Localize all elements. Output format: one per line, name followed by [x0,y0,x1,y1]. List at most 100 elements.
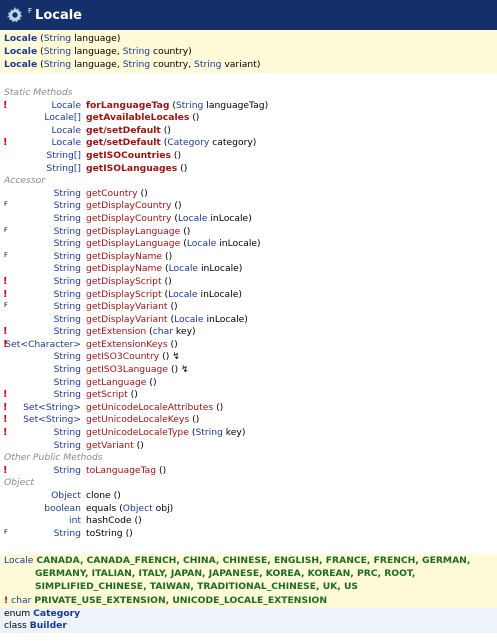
method-args: () [161,275,172,287]
method-row[interactable]: String getDisplayLanguage (Locale inLocal… [0,238,497,251]
method-name[interactable]: get/setDefault [86,137,161,148]
method-name[interactable]: getDisplayCountry [86,200,171,211]
method-row[interactable]: Locale get/setDefault () [0,125,497,138]
method-name[interactable]: getDisplayCountry [86,213,171,224]
constants-line[interactable]: CANADA, CANADA_FRENCH, CHINA, CHINESE, E… [36,555,470,566]
method-name[interactable]: getISOCountries [86,150,171,161]
constants-line[interactable]: GERMANY, ITALIAN, ITALY, JAPAN, JAPANESE… [35,568,415,579]
method-row[interactable]: ! Set<String> getUnicodeLocaleKeys () [0,414,497,427]
constants-line[interactable]: SIMPLIFIED_CHINESE, TAIWAN, TRADITIONAL_… [35,581,358,592]
method-args: () [127,389,138,401]
method-name[interactable]: getExtension [86,326,146,337]
method-name[interactable]: getDisplayName [86,263,162,274]
method-args: () [156,464,167,476]
return-type: Locale [51,124,81,136]
method-name[interactable]: getUnicodeLocaleKeys [86,414,189,425]
method-name[interactable]: getISO3Country [86,351,159,362]
nested-class-builder[interactable]: Builder [30,620,67,631]
method-row[interactable]: String getDisplayCountry (Locale inLocale… [0,213,497,226]
object-methods-list: Object clone () boolean equals (Object obj)… [0,490,497,540]
method-name[interactable]: getDisplayScript [86,276,162,287]
method-name[interactable]: equals [86,503,116,514]
method-row[interactable]: ! String getUnicodeLocaleType (String key) [0,427,497,440]
method-row[interactable]: F String getDisplayCountry () [0,200,497,213]
method-row[interactable]: String[] getISOCountries () [0,150,497,163]
char-constants-list[interactable]: PRIVATE_USE_EXTENSION, UNICODE_LOCALE_EX… [34,595,327,606]
method-name[interactable]: clone [86,490,111,501]
new-api-marker: ! [3,137,8,149]
method-name[interactable]: getCountry [86,188,138,199]
method-row[interactable]: ! String toLanguageTag () [0,465,497,478]
method-row[interactable]: String getDisplayName (Locale inLocale) [0,263,497,276]
method-args: (Locale inLocale) [171,212,252,224]
method-row[interactable]: F String toString () [0,528,497,541]
method-row[interactable]: F String getDisplayName () [0,251,497,264]
final-marker: F [4,301,8,310]
method-row[interactable]: ! String getExtension (char key) [0,326,497,339]
method-name[interactable]: getDisplayVariant [86,314,168,325]
locale-constants: Locale CANADA, CANADA_FRENCH, CHINA, CHI… [0,554,497,595]
method-row[interactable]: Locale[] getAvailableLocales () [0,112,497,125]
return-type: String [53,212,81,224]
return-type: Set<String> [23,414,81,426]
method-name[interactable]: getExtensionKeys [86,339,168,350]
new-api-marker: ! [3,401,8,413]
method-row[interactable]: String getCountry () [0,188,497,201]
method-args: () [171,200,182,212]
method-row[interactable]: ! Locale get/setDefault (Category category… [0,137,497,150]
method-name[interactable]: getISO3Language [86,364,168,375]
method-args: (Locale inLocale) [167,313,248,325]
return-type: String [53,238,81,250]
method-name[interactable]: get/setDefault [86,125,161,136]
method-name[interactable]: getDisplayVariant [86,301,168,312]
method-row[interactable]: F String getDisplayLanguage () [0,226,497,239]
method-name[interactable]: getDisplayLanguage [86,226,180,237]
method-row[interactable]: boolean equals (Object obj) [0,503,497,516]
method-name[interactable]: getDisplayLanguage [86,238,180,249]
method-name[interactable]: hashCode [86,515,132,526]
method-row[interactable]: String[] getISOLanguages () [0,163,497,176]
gear-icon [6,6,23,23]
method-name[interactable]: getDisplayScript [86,289,162,300]
constructor-row[interactable]: Locale (String language) [4,32,497,45]
method-name[interactable]: getVariant [86,440,134,451]
method-row[interactable]: String getLanguage () [0,377,497,390]
method-row[interactable]: ! Set<String> getUnicodeLocaleAttributes (… [0,402,497,415]
method-row[interactable]: String getISO3Language () ↯ [0,364,497,377]
return-type: String [53,288,81,300]
method-row[interactable]: Object clone () [0,490,497,503]
method-row[interactable]: ! String getDisplayScript (Locale inLocale… [0,289,497,302]
return-type: Object [51,490,81,501]
method-name[interactable]: getScript [86,389,128,400]
constructor-row[interactable]: Locale (String language, String country) [4,45,497,58]
method-row[interactable]: String getVariant () [0,440,497,453]
method-args: () [110,490,121,501]
method-row[interactable]: String getDisplayVariant (Locale inLocale… [0,314,497,327]
method-row[interactable]: int hashCode () [0,515,497,528]
method-name[interactable]: forLanguageTag [86,100,169,111]
new-api-marker: ! [3,326,8,338]
method-name[interactable]: getLanguage [86,377,146,388]
method-row[interactable]: ! Set<Character> getExtensionKeys () [0,339,497,352]
method-row[interactable]: String getISO3Country () ↯ [0,351,497,364]
method-name[interactable]: toString [86,528,123,539]
method-args: (Locale inLocale) [180,238,261,250]
method-args: () [189,414,200,426]
method-name[interactable]: toLanguageTag [86,465,156,476]
method-name[interactable]: getUnicodeLocaleAttributes [86,402,213,413]
method-row[interactable]: F String getDisplayVariant () [0,301,497,314]
method-name[interactable]: getDisplayName [86,251,162,262]
method-row[interactable]: ! String getScript () [0,389,497,402]
method-name[interactable]: getUnicodeLocaleType [86,427,189,438]
method-name[interactable]: getISOLanguages [86,163,177,174]
method-row[interactable]: ! Locale forLanguageTag (String languageTa… [0,100,497,113]
method-name[interactable]: getAvailableLocales [86,112,189,123]
return-type: String [53,225,81,237]
method-row[interactable]: ! String getDisplayScript () [0,276,497,289]
new-api-marker: ! [3,464,8,476]
final-marker: F [28,7,33,15]
constructor-row[interactable]: Locale (String language, String country,… [4,58,497,71]
nested-enum-category[interactable]: Category [33,608,80,619]
section-static-methods: Static Methods [4,87,73,98]
constructors-section: Locale (String language) Locale (String … [0,30,497,73]
